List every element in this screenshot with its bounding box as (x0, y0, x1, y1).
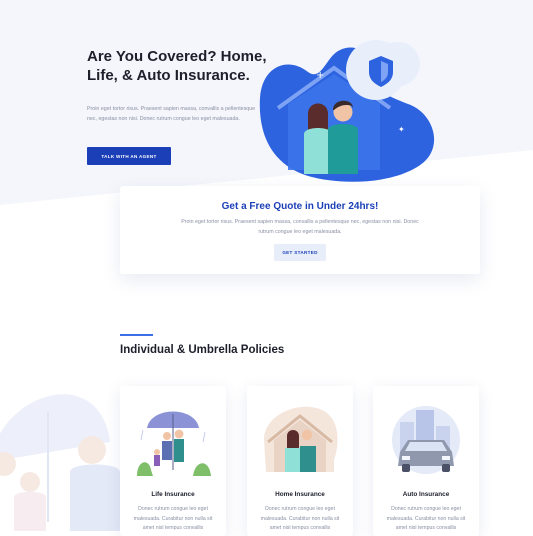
card-description: Donec rutrum congue leo eget malesuada. … (133, 506, 213, 531)
car-city-icon (392, 406, 460, 474)
umbrella-family-icon (137, 411, 211, 476)
hero-illustration: + ✦ (259, 40, 435, 182)
svg-text:✦: ✦ (398, 125, 405, 134)
life-insurance-card[interactable]: Life Insurance Donec rutrum congue leo e… (120, 386, 226, 536)
card-description: Donec rutrum congue leo eget malesuada. … (260, 506, 340, 531)
get-started-button[interactable]: GET STARTED (274, 244, 326, 261)
quote-title: Get a Free Quote in Under 24hrs! (221, 201, 379, 212)
auto-insurance-card[interactable]: Auto Insurance Donec rutrum congue leo e… (373, 386, 479, 536)
hero-description: Proin eget tortor risus. Praesent sapien… (87, 106, 256, 122)
talk-with-agent-button[interactable]: TALK WITH AN AGENT (87, 147, 171, 165)
quote-card: Get a Free Quote in Under 24hrs! Proin e… (120, 186, 480, 274)
section-title: Individual & Umbrella Policies (120, 344, 285, 356)
section-accent-line (120, 334, 153, 336)
home-insurance-card[interactable]: Home Insurance Donec rutrum congue leo e… (247, 386, 353, 536)
card-title: Home Insurance (275, 491, 325, 498)
home-couple-icon (264, 406, 338, 472)
quote-description: Proin eget tortor risus. Praesent sapien… (181, 219, 419, 235)
hero-title: Are You Covered? Home, Life, & Auto Insu… (87, 48, 267, 84)
svg-text:+: + (316, 70, 324, 81)
card-description: Donec rutrum congue leo eget malesuada. … (386, 506, 466, 531)
card-title: Life Insurance (151, 491, 195, 498)
card-title: Auto Insurance (402, 491, 450, 498)
